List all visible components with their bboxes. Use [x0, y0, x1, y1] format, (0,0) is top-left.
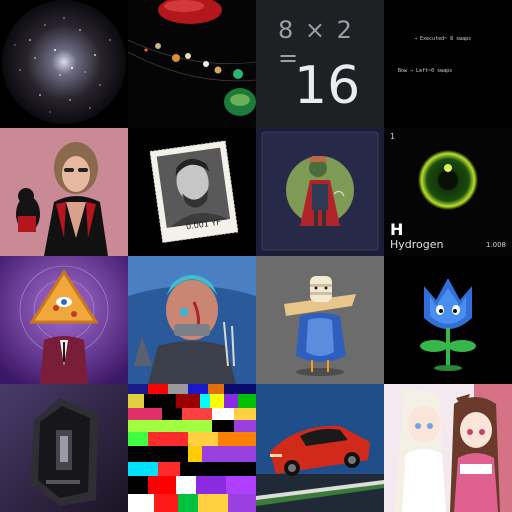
tile-mummy-bird[interactable] — [256, 256, 384, 384]
tile-pizza-illuminati[interactable] — [0, 256, 128, 384]
tile-caped-character-card[interactable] — [256, 128, 384, 256]
tile-terminal[interactable]: → Executed~ 8 swaps Bow → Left~0 swaps — [384, 0, 512, 128]
tulip-creature-image — [384, 256, 512, 384]
pizza-illuminati-image — [0, 256, 128, 384]
tile-solar-system[interactable] — [128, 0, 256, 128]
tile-woman-with-dog[interactable] — [0, 128, 128, 256]
solar-system-image — [128, 0, 256, 128]
tile-coffin-device[interactable] — [0, 384, 128, 512]
tile-hydrogen-element[interactable]: 1 H Hydrogen 1.008 — [384, 128, 512, 256]
element-symbol: H — [390, 220, 404, 239]
tile-red-sports-car[interactable] — [256, 384, 384, 512]
terminal-line-2: Bow → Left~0 swaps — [398, 68, 453, 74]
tile-anime-catgirls[interactable] — [384, 384, 512, 512]
red-sports-car-image — [256, 384, 384, 512]
caped-character-image — [261, 131, 379, 251]
tile-cyber-warrior[interactable] — [128, 256, 256, 384]
coffin-device-image — [0, 384, 128, 512]
nft-image-grid: 8 × 2 = 16 → Executed~ 8 swaps Bow → Lef… — [0, 0, 512, 512]
woman-with-dog-image — [0, 128, 128, 256]
tile-tulip-creature[interactable] — [384, 256, 512, 384]
tile-math[interactable]: 8 × 2 = 16 — [256, 0, 384, 128]
star-cluster-image — [0, 0, 128, 128]
mummy-bird-image — [256, 256, 384, 384]
pixel-glitch-image — [128, 384, 256, 512]
tile-star-cluster[interactable] — [0, 0, 128, 128]
cyber-warrior-image — [128, 256, 256, 384]
element-name: Hydrogen — [390, 238, 444, 251]
element-mass: 1.008 — [485, 241, 506, 249]
element-number: 1 — [390, 132, 396, 141]
tile-pixel-glitch[interactable] — [128, 384, 256, 512]
tile-stamp-portrait[interactable]: 0.001 YF — [128, 128, 256, 256]
stamp-portrait-image — [149, 140, 239, 244]
anime-catgirls-image — [384, 384, 512, 512]
math-result: 16 — [294, 56, 361, 116]
terminal-line-1: → Executed~ 8 swaps — [414, 36, 472, 42]
